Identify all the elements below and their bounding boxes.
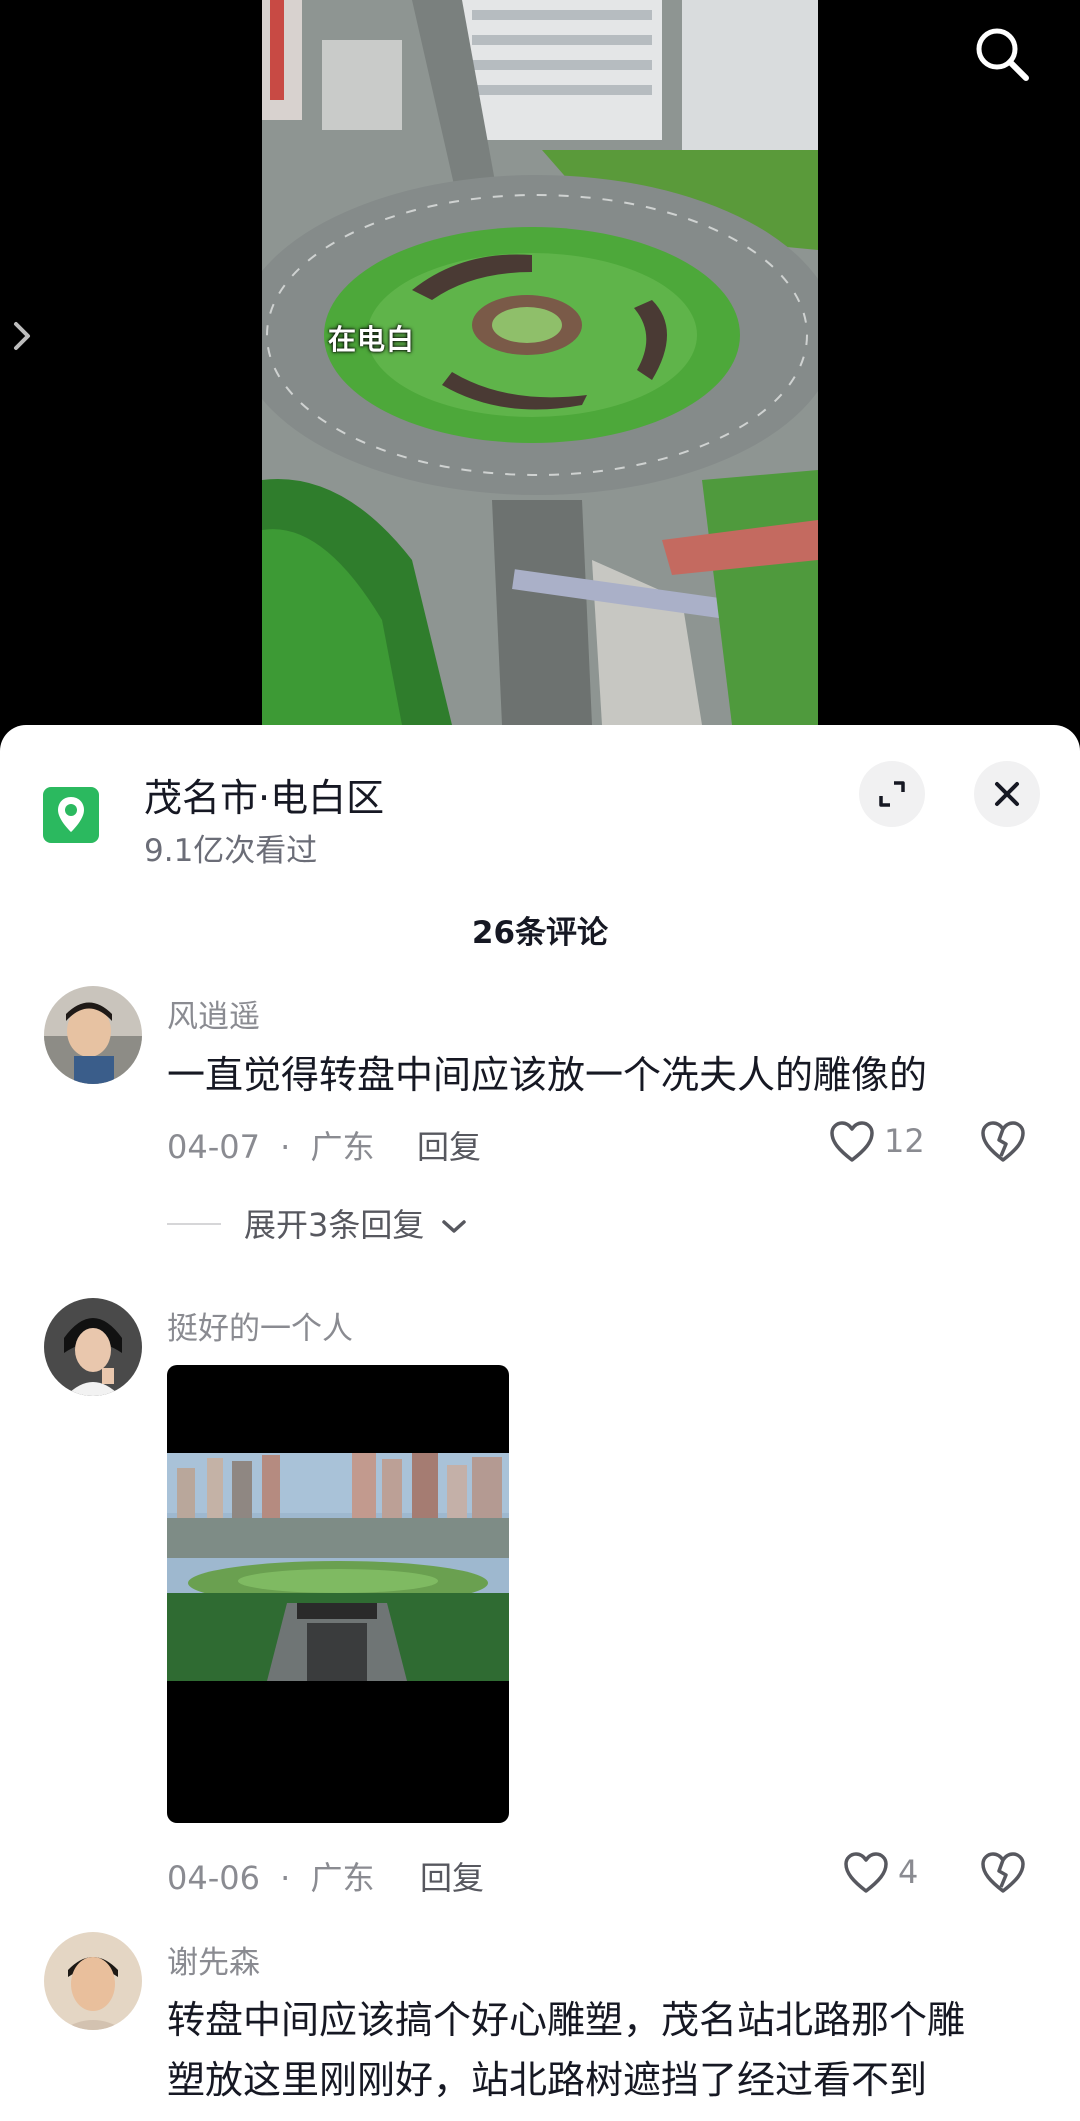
comment-text[interactable]: 一直觉得转盘中间应该放一个冼夫人的雕像的: [167, 1045, 927, 1105]
heart-icon: [830, 1121, 874, 1162]
comment-username[interactable]: 风逍遥: [167, 991, 260, 1036]
side-panel-arrow[interactable]: [6, 316, 40, 356]
like-count: 12: [884, 1122, 925, 1160]
comment-date: 04-06: [167, 1859, 260, 1897]
fullscreen-button[interactable]: [859, 761, 925, 827]
comment-text-line-2[interactable]: 塑放这里刚刚好，站北路树遮挡了经过看不到: [167, 2050, 927, 2110]
dislike-button[interactable]: [980, 1851, 1026, 1899]
heart-icon: [844, 1852, 888, 1893]
avatar[interactable]: [44, 1932, 142, 2030]
comment-count: 26条评论: [471, 915, 609, 951]
location-icon: [43, 787, 99, 843]
like-count: 4: [898, 1853, 919, 1891]
avatar[interactable]: [44, 986, 142, 1084]
close-button[interactable]: [974, 761, 1040, 827]
expand-icon: [879, 781, 905, 807]
reply-button[interactable]: 回复: [420, 1853, 484, 1899]
comment-meta: 04-06 · 广东: [167, 1853, 375, 1899]
dislike-button[interactable]: [980, 1120, 1026, 1168]
like-button[interactable]: [829, 1120, 875, 1168]
comment-region: 广东: [310, 1128, 375, 1166]
comment-username[interactable]: 谢先森: [167, 1937, 260, 1982]
comment-text-line-1[interactable]: 转盘中间应该搞个好心雕塑，茂名站北路那个雕: [167, 1990, 965, 2050]
meta-separator: ·: [280, 1128, 291, 1166]
broken-heart-icon: [981, 1852, 1025, 1893]
view-count: 9.1亿次看过: [144, 833, 318, 869]
search-button[interactable]: [970, 22, 1034, 86]
expand-replies-button[interactable]: 展开3条回复: [244, 1200, 467, 1246]
video-caption: 在电白: [328, 323, 416, 356]
comment-sheet: 茂名市·电白区 9.1亿次看过 26条评论 风逍遥 一直觉得转盘中间应该放一个冼…: [0, 725, 1080, 2121]
location-title[interactable]: 茂名市·电白区: [144, 767, 384, 822]
comment-meta: 04-07 · 广东: [167, 1122, 375, 1168]
reply-button[interactable]: 回复: [417, 1122, 481, 1168]
comment-region: 广东: [310, 1859, 375, 1897]
expand-divider: [167, 1223, 221, 1225]
video-player[interactable]: 在电白: [0, 0, 1080, 760]
like-button[interactable]: [843, 1851, 889, 1899]
expand-replies-label: 展开3条回复: [244, 1206, 425, 1244]
search-icon: [976, 28, 1029, 81]
broken-heart-icon: [981, 1121, 1025, 1162]
video-frame[interactable]: [262, 0, 818, 725]
close-icon: [995, 782, 1019, 806]
comment-date: 04-07: [167, 1128, 260, 1166]
avatar[interactable]: [44, 1298, 142, 1396]
aerial-roundabout-image: [262, 0, 818, 725]
chevron-right-icon: [14, 322, 30, 350]
meta-separator: ·: [280, 1859, 291, 1897]
comment-image[interactable]: [167, 1365, 509, 1823]
chevron-down-icon: [441, 1220, 466, 1233]
city-photo: [167, 1453, 509, 1681]
comment-username[interactable]: 挺好的一个人: [167, 1303, 353, 1348]
